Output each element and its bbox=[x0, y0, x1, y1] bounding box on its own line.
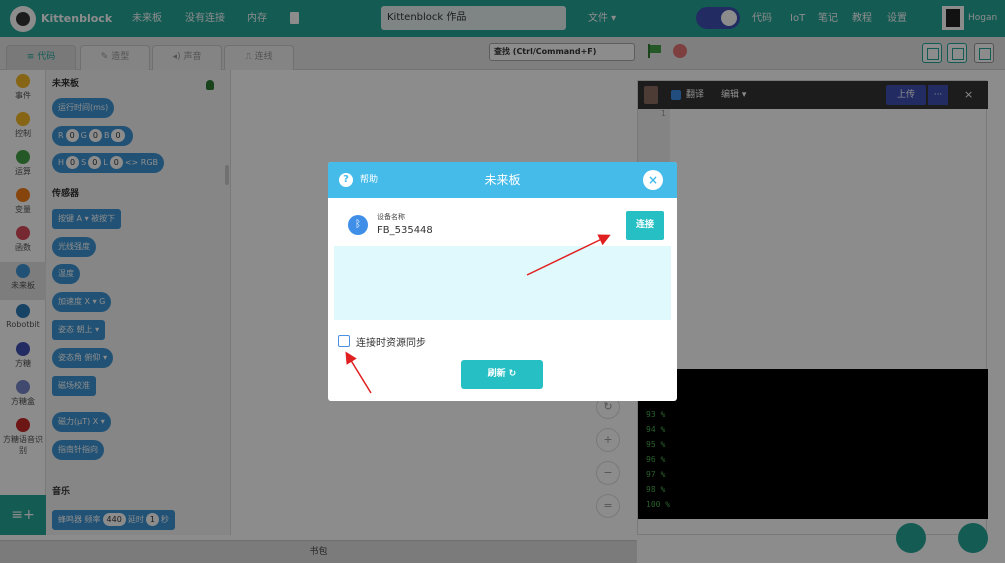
device-list: ᛒ 设备名称 FB_535448 连接 bbox=[334, 202, 671, 320]
bluetooth-icon: ᛒ bbox=[348, 215, 368, 235]
connect-button[interactable]: 连接 bbox=[626, 211, 664, 240]
sync-checkbox[interactable] bbox=[338, 335, 350, 347]
refresh-icon: ↻ bbox=[508, 369, 517, 379]
help-icon[interactable]: ? bbox=[339, 173, 353, 187]
help-link[interactable]: 帮助 bbox=[360, 173, 378, 187]
refresh-button[interactable]: 刷新 ↻ bbox=[461, 360, 543, 389]
device-name-label: 设备名称 bbox=[377, 213, 405, 221]
close-icon[interactable]: × bbox=[643, 170, 663, 190]
dialog-title: 未来板 bbox=[484, 173, 521, 187]
connection-dialog: 未来板 ? 帮助 × ᛒ 设备名称 FB_535448 连接 连接时资源同步 刷… bbox=[328, 162, 677, 401]
device-name: FB_535448 bbox=[377, 225, 433, 236]
sync-label[interactable]: 连接时资源同步 bbox=[356, 334, 426, 349]
dialog-header: 未来板 ? 帮助 × bbox=[328, 162, 677, 198]
device-row[interactable]: ᛒ 设备名称 FB_535448 连接 bbox=[334, 202, 671, 246]
